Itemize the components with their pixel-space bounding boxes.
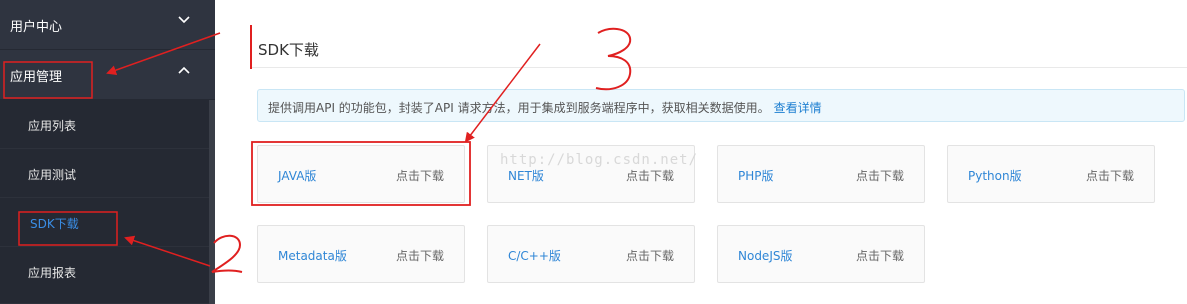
sdk-card-name[interactable]: NodeJS版 [738,247,792,264]
chevron-up-icon [178,66,190,74]
sidebar-item-label: 应用报表 [28,266,77,280]
sidebar-item-app-report[interactable]: 应用报表 [0,247,215,304]
sdk-card-nodejs[interactable]: NodeJS版 点击下载 [717,225,925,283]
sidebar-item-label: 应用测试 [28,168,77,182]
sdk-card-python[interactable]: Python版 点击下载 [947,145,1155,203]
watermark: http://blog.csdn.net/ [500,152,699,168]
page-header: SDK下载 [250,25,1187,69]
sidebar-item-sdk-download[interactable]: SDK下载 [0,198,215,247]
sdk-card-name[interactable]: Metadata版 [278,247,347,264]
sidebar: 用户中心 应用管理 应用列表 应用测试 SDK下载 应用报表 [0,0,215,304]
sidebar-item-label: 应用列表 [28,119,77,133]
sdk-card-name[interactable]: PHP版 [738,167,774,184]
download-button[interactable]: 点击下载 [396,167,444,184]
info-text: 提供调用API 的功能包，封装了API 请求方法，用于集成到服务端程序中，获取相… [268,99,822,116]
menu-app-management[interactable]: 应用管理 [0,50,215,100]
sdk-card-name[interactable]: NET版 [508,167,544,184]
sdk-card-cpp[interactable]: C/C++版 点击下载 [487,225,695,283]
annotation-number-2 [211,234,243,273]
menu-user-center[interactable]: 用户中心 [0,0,215,50]
info-description: 提供调用API 的功能包，封装了API 请求方法，用于集成到服务端程序中，获取相… [268,101,770,115]
annotation-mark [250,25,252,69]
download-button[interactable]: 点击下载 [1086,167,1134,184]
download-button[interactable]: 点击下载 [626,167,674,184]
sdk-card-name[interactable]: C/C++版 [508,247,561,264]
sidebar-item-app-list[interactable]: 应用列表 [0,100,215,149]
info-banner: 提供调用API 的功能包，封装了API 请求方法，用于集成到服务端程序中，获取相… [257,89,1185,122]
download-button[interactable]: 点击下载 [396,247,444,264]
page-title: SDK下载 [258,41,319,59]
sdk-card-name[interactable]: Python版 [968,167,1022,184]
chevron-down-icon [178,16,190,24]
view-details-link[interactable]: 查看详情 [774,101,822,115]
download-button[interactable]: 点击下载 [856,167,904,184]
sdk-card-php[interactable]: PHP版 点击下载 [717,145,925,203]
menu-app-management-label: 应用管理 [10,70,63,85]
sidebar-item-label: SDK下载 [30,217,79,231]
sdk-card-java[interactable]: JAVA版 点击下载 [257,145,465,203]
sdk-card-name[interactable]: JAVA版 [278,167,316,184]
download-button[interactable]: 点击下载 [856,247,904,264]
sidebar-item-app-test[interactable]: 应用测试 [0,149,215,198]
sidebar-scrollbar[interactable] [209,100,215,304]
download-button[interactable]: 点击下载 [626,247,674,264]
sdk-card-metadata[interactable]: Metadata版 点击下载 [257,225,465,283]
menu-user-center-label: 用户中心 [10,20,63,35]
